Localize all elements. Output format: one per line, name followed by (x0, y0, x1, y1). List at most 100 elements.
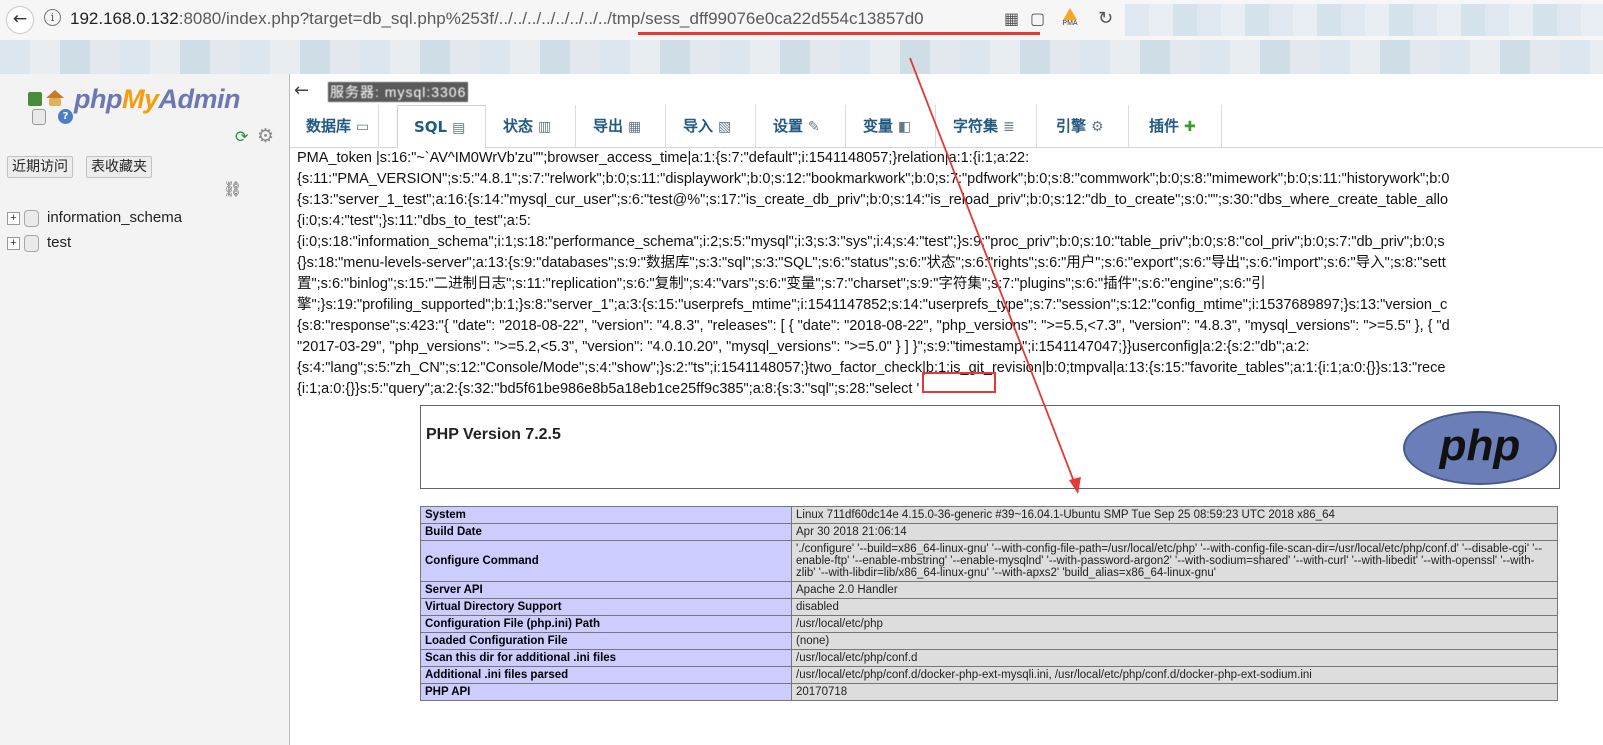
phpinfo-value: disabled (791, 598, 1558, 616)
session-line: {i:0;s:4:"test";}s:11:"dbs_to_test";a:5: (297, 213, 531, 229)
home-icon[interactable] (46, 90, 64, 98)
tab-databases[interactable]: 数据库 ▭ (290, 105, 379, 147)
phpinfo-key: Scan this dir for additional .ini files (420, 649, 792, 667)
export-icon: ▦ (628, 119, 642, 135)
tree-item-label[interactable]: information_schema (47, 209, 182, 226)
phpinfo-value: Apr 30 2018 21:06:14 (791, 523, 1558, 541)
tree-item-test[interactable]: + test (7, 232, 71, 254)
import-icon: ▧ (718, 119, 732, 135)
obscured-tabs-area (1125, 4, 1603, 36)
logo-text: phpMyAdmin (74, 84, 240, 114)
phpinfo-header: PHP Version 7.2.5 php (420, 405, 1560, 489)
session-line: {s:8:"response";s:423:"{ "date": "2018-0… (297, 318, 1450, 334)
phpinfo-value: /usr/local/etc/php/conf.d/docker-php-ext… (791, 666, 1558, 684)
table-row: Server API Apache 2.0 Handler (420, 581, 1558, 599)
phpinfo-key: Configure Command (420, 540, 792, 582)
obscured-bookmarks-bar (0, 40, 1603, 74)
server-breadcrumb: ← 服务器: mysql:3306 (290, 80, 1603, 104)
tab-label: 导出 (593, 117, 624, 135)
database-icon (24, 209, 39, 227)
back-button[interactable]: ← (6, 6, 34, 34)
sql-icon: ▤ (452, 120, 466, 136)
phpinfo-key: Additional .ini files parsed (420, 666, 792, 684)
session-line: {s:13:"server_1_test";a:16:{s:14:"mysql_… (297, 192, 1449, 208)
refresh-icon[interactable]: ↻ (1098, 8, 1113, 29)
address-bar[interactable]: 192.168.0.132:8080/index.php?target=db_s… (70, 8, 990, 30)
session-line: {s:4:"lang";s:5:"zh_CN";s:12:"Console/Mo… (297, 360, 1446, 376)
table-row: PHP API 20170718 (420, 683, 1558, 701)
plugin-icon: ✚ (1184, 119, 1196, 135)
status-icon: ▥ (538, 119, 552, 135)
tab-label: 变量 (863, 117, 894, 135)
tab-sql[interactable]: SQL ▤ (397, 105, 486, 148)
pma-extension-icon[interactable]: PMA (1060, 8, 1080, 30)
tab-import[interactable]: 导入 ▧ (667, 105, 756, 147)
favorites-button[interactable]: 表收藏夹 (86, 156, 152, 178)
exit-icon[interactable] (28, 92, 42, 106)
table-row: System Linux 711df60dc14e 4.15.0-36-gener… (420, 506, 1558, 524)
session-line: 置";s:6:"binlog";s:15:"二进制日志";s:11:"repli… (297, 276, 1266, 292)
phpinfo-value: './configure' '--build=x86_64-linux-gnu'… (791, 540, 1558, 582)
phpinfo-key: PHP API (420, 683, 792, 701)
phpinfo-value: /usr/local/etc/php/conf.d (791, 649, 1558, 667)
tab-label: 字符集 (953, 117, 999, 135)
recent-button[interactable]: 近期访问 (7, 156, 73, 178)
session-dump: PMA_token |s:16:"~`AV^IM0WrVb'zu"";brows… (297, 148, 1603, 398)
tree-item-label[interactable]: test (47, 234, 71, 251)
php-logo: php (1403, 411, 1557, 485)
wrench-icon: ✎ (808, 119, 820, 135)
navigation-panel: phpMyAdmin ? ⟳ ⚙ 近期访问 表收藏夹 ⛓ + informatio… (0, 74, 290, 745)
session-line: {i:1;a:0:{}}s:5:"query";a:2:{s:32:"bd5f6… (297, 381, 920, 397)
phpinfo-key: Loaded Configuration File (420, 632, 792, 650)
expand-icon[interactable]: + (7, 236, 20, 250)
tab-engines[interactable]: 引擎 ⚙ (1040, 105, 1129, 147)
tab-settings[interactable]: 设置 ✎ (757, 105, 846, 147)
reader-icon[interactable]: ▢ (1030, 9, 1045, 29)
phpmyadmin-logo[interactable]: phpMyAdmin (28, 84, 288, 114)
session-line: 擎";}s:19:"profiling_supported";b:1;}s:8:… (297, 297, 1448, 313)
collapse-nav-icon[interactable]: ← (294, 80, 309, 102)
qr-code-icon[interactable]: ▦ (1004, 9, 1019, 29)
tab-label: 数据库 (306, 117, 352, 135)
phpinfo-value: Apache 2.0 Handler (791, 581, 1558, 599)
php-version-title: PHP Version 7.2.5 (426, 426, 561, 443)
session-line: "2017-03-29", "php_versions": ">=5.2,<5.… (297, 339, 1310, 355)
server-tabs: 数据库 ▭ SQL ▤ 状态 ▥ 导出 ▦ 导入 ▧ 设置 ✎ 变量 ◧ 字符集 ≣ 引擎 ⚙ 插… (290, 105, 1603, 148)
tab-plugins[interactable]: 插件 ✚ (1133, 105, 1222, 147)
session-line: PMA_token |s:16:"~`AV^IM0WrVb'zu"";brows… (297, 150, 1030, 166)
server-label[interactable]: 服务器: mysql:3306 (328, 82, 469, 102)
home-icon-base (49, 98, 61, 106)
reload-navigation-icon[interactable]: ⟳ (235, 127, 248, 146)
tab-variables[interactable]: 变量 ◧ (847, 105, 936, 147)
logo-icons (28, 88, 72, 108)
database-docs-icon[interactable] (32, 109, 46, 125)
database-icon: ▭ (356, 119, 370, 135)
session-line: {}s:18:"menu-levels-server";a:13:{s:9:"d… (297, 255, 1446, 271)
phpinfo-key: Virtual Directory Support (420, 598, 792, 616)
tree-item-information-schema[interactable]: + information_schema (7, 207, 182, 229)
tab-export[interactable]: 导出 ▦ (577, 105, 666, 147)
link-icon[interactable]: ⛓ (223, 180, 242, 198)
tab-charset[interactable]: 字符集 ≣ (937, 105, 1037, 147)
phpinfo-key: Server API (420, 581, 792, 599)
url-path: :8080/index.php?target=db_sql.php%253f/.… (178, 9, 924, 28)
expand-icon[interactable]: + (7, 211, 20, 225)
charset-icon: ≣ (1003, 119, 1015, 135)
gear-icon[interactable]: ⚙ (257, 125, 274, 147)
browser-toolbar: ← i 192.168.0.132:8080/index.php?target=… (0, 0, 1603, 41)
url-host: 192.168.0.132 (70, 9, 179, 28)
table-row: Configuration File (php.ini) Path/usr/lo… (420, 615, 1558, 633)
database-icon (24, 234, 39, 252)
help-icon[interactable]: ? (58, 109, 73, 124)
tab-status[interactable]: 状态 ▥ (487, 105, 576, 147)
site-info-icon[interactable]: i (44, 9, 61, 26)
tab-label: 设置 (773, 117, 804, 135)
phpinfo-key: Build Date (420, 523, 792, 541)
select-annotation-box (922, 372, 996, 393)
engine-icon: ⚙ (1091, 119, 1104, 135)
phpinfo-value: /usr/local/etc/php (791, 615, 1558, 633)
table-row: Configure Command './configure' '--build=… (420, 540, 1558, 582)
logo-admin: Admin (158, 84, 241, 114)
phpinfo-key: System (420, 506, 792, 524)
tab-label: SQL (414, 118, 448, 136)
